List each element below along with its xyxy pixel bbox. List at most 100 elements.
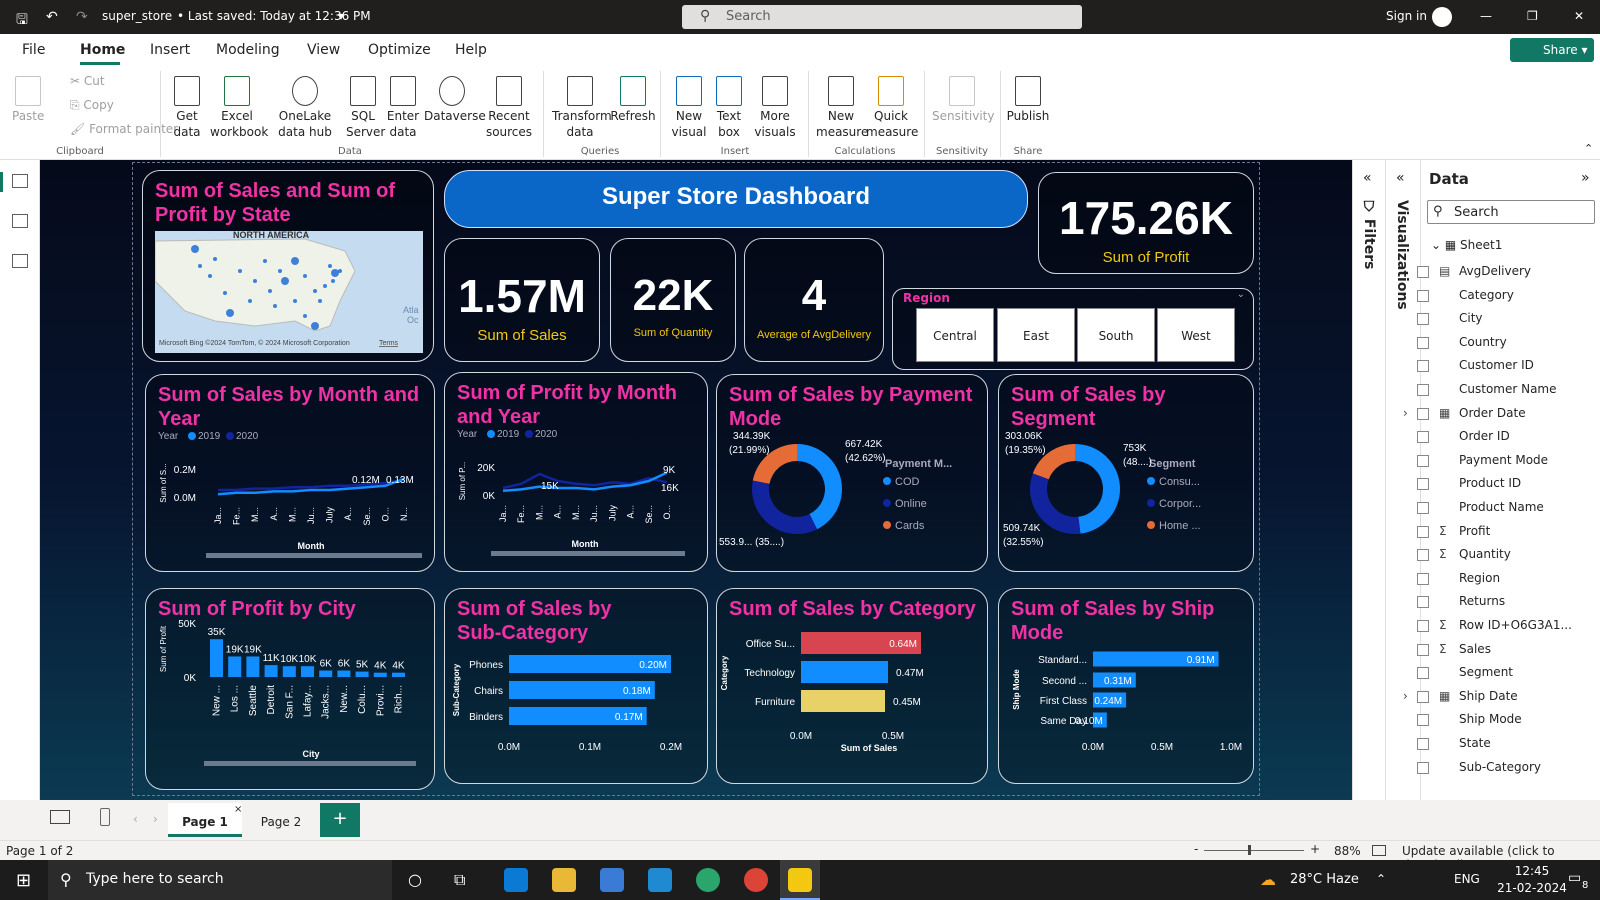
field-checkbox[interactable] bbox=[1417, 313, 1429, 326]
slicer-option-central[interactable]: Central bbox=[916, 308, 994, 362]
map-dot[interactable] bbox=[273, 304, 277, 308]
sales-by-month-visual[interactable]: Sum of Sales by Month and Year Year 2019 2… bbox=[145, 374, 435, 572]
field-checkbox[interactable] bbox=[1417, 714, 1429, 727]
kpi-card-delivery[interactable]: 4 Average of AvgDelivery bbox=[744, 238, 884, 362]
field-checkbox[interactable] bbox=[1417, 643, 1429, 656]
menu-home[interactable]: Home bbox=[80, 42, 125, 58]
save-icon[interactable]: 🖫 bbox=[16, 9, 28, 33]
field-checkbox[interactable] bbox=[1417, 266, 1429, 278]
zoom-in-button[interactable]: + bbox=[1310, 842, 1320, 856]
chevron-down-icon[interactable]: ⌄ bbox=[1237, 289, 1245, 300]
map-dot[interactable] bbox=[293, 299, 297, 303]
model-view-icon[interactable] bbox=[12, 254, 28, 268]
format-painter-button[interactable]: 🖌 Format painter bbox=[70, 122, 178, 136]
refresh-button[interactable]: Refresh bbox=[610, 76, 656, 124]
map-dot[interactable] bbox=[313, 289, 317, 293]
slicer-option-west[interactable]: West bbox=[1157, 308, 1235, 362]
field-order-id[interactable]: Order ID bbox=[1417, 429, 1510, 447]
tab-page-1[interactable]: Page 1 bbox=[168, 803, 242, 837]
chrome-icon[interactable] bbox=[744, 868, 768, 892]
cut-button[interactable]: ✂ Cut bbox=[70, 74, 105, 88]
field-checkbox[interactable] bbox=[1417, 620, 1429, 632]
dataverse-button[interactable]: Dataverse bbox=[424, 76, 486, 124]
edge-icon[interactable] bbox=[696, 868, 720, 892]
new-measure-button[interactable]: New measure bbox=[816, 76, 868, 140]
menu-help[interactable]: Help bbox=[455, 42, 487, 58]
field-checkbox[interactable] bbox=[1417, 336, 1429, 349]
mail-icon[interactable] bbox=[504, 868, 528, 892]
tab-page-2[interactable]: Page 2 bbox=[246, 803, 316, 837]
map-dot[interactable] bbox=[278, 269, 282, 273]
field-row-id-o6g3a1-[interactable]: Σ Row ID+O6G3A1... bbox=[1417, 618, 1572, 636]
file-explorer-icon[interactable] bbox=[552, 868, 576, 892]
field-ship-date[interactable]: › ▦ Ship Date bbox=[1403, 689, 1518, 707]
kpi-card-sales[interactable]: 1.57M Sum of Sales bbox=[444, 238, 600, 362]
sql-server-button[interactable]: SQL Server bbox=[346, 76, 385, 140]
field-payment-mode[interactable]: Payment Mode bbox=[1417, 453, 1548, 471]
field-checkbox[interactable] bbox=[1417, 407, 1429, 420]
text-box-button[interactable]: Text box bbox=[712, 76, 746, 140]
field-checkbox[interactable] bbox=[1417, 360, 1429, 373]
map-dot[interactable] bbox=[328, 264, 332, 268]
sales-by-category-visual[interactable]: Sum of Sales by Category Category Office … bbox=[716, 588, 988, 784]
map-dot[interactable] bbox=[291, 257, 299, 265]
field-checkbox[interactable] bbox=[1417, 667, 1429, 680]
map-dot[interactable] bbox=[253, 279, 257, 283]
field-customer-name[interactable]: Customer Name bbox=[1417, 382, 1557, 400]
notification-icon[interactable]: ▭ bbox=[1568, 870, 1581, 886]
clock-time[interactable]: 12:45 bbox=[1500, 864, 1564, 878]
table-sheet1[interactable]: ⌄ ▦ Sheet1 bbox=[1431, 238, 1502, 252]
windows-start-icon[interactable]: ⊞ bbox=[16, 870, 31, 891]
store-icon[interactable] bbox=[600, 868, 624, 892]
field-ship-mode[interactable]: Ship Mode bbox=[1417, 712, 1522, 730]
menu-modeling[interactable]: Modeling bbox=[216, 42, 280, 58]
map-dot[interactable] bbox=[191, 245, 199, 253]
field-returns[interactable]: Returns bbox=[1417, 594, 1505, 612]
field-checkbox[interactable] bbox=[1417, 289, 1429, 302]
field-checkbox[interactable] bbox=[1417, 596, 1429, 609]
field-checkbox[interactable] bbox=[1417, 690, 1429, 703]
field-sales[interactable]: Σ Sales bbox=[1417, 642, 1491, 660]
field-checkbox[interactable] bbox=[1417, 431, 1429, 444]
language-indicator[interactable]: ENG bbox=[1454, 872, 1480, 886]
share-button[interactable]: Share ▾ bbox=[1510, 38, 1594, 62]
recent-sources-button[interactable]: Recent sources bbox=[484, 76, 534, 140]
collapse-viz-icon[interactable]: « bbox=[1396, 170, 1405, 186]
field-checkbox[interactable] bbox=[1417, 549, 1429, 562]
map[interactable]: NORTH AMERICA Atla Oc Microsoft Bing ©20… bbox=[155, 231, 423, 353]
field-checkbox[interactable] bbox=[1417, 478, 1429, 491]
kpi-card-profit[interactable]: 175.26K Sum of Profit bbox=[1038, 172, 1254, 274]
cortana-icon[interactable]: ○ bbox=[408, 870, 422, 889]
task-view-icon[interactable]: ⧉ bbox=[454, 870, 465, 890]
expand-chevron-icon[interactable]: › bbox=[1403, 689, 1408, 703]
search-input[interactable]: Search bbox=[682, 5, 1082, 29]
map-dot[interactable] bbox=[263, 259, 267, 263]
field-customer-id[interactable]: Customer ID bbox=[1417, 358, 1534, 376]
field-avgdelivery[interactable]: ▤ AvgDelivery bbox=[1417, 264, 1531, 282]
field-category[interactable]: Category bbox=[1417, 288, 1514, 306]
map-dot[interactable] bbox=[323, 284, 327, 288]
zoom-out-button[interactable]: - bbox=[1194, 842, 1198, 856]
table-view-icon[interactable] bbox=[12, 214, 28, 228]
sensitivity-button[interactable]: Sensitivity bbox=[932, 76, 994, 124]
map-dot[interactable] bbox=[226, 309, 234, 317]
avatar[interactable] bbox=[1432, 7, 1452, 27]
visualizations-pane[interactable]: « Visualizations bbox=[1385, 160, 1420, 800]
desktop-layout-icon[interactable] bbox=[50, 810, 70, 824]
map-visual[interactable]: Sum of Sales and Sum of Profit by State … bbox=[142, 170, 434, 362]
restore-icon[interactable]: ❐ bbox=[1527, 9, 1538, 23]
weather-text[interactable]: 28°C Haze bbox=[1290, 872, 1359, 887]
undo-icon[interactable]: ↶ bbox=[46, 9, 58, 25]
get-data-button[interactable]: Get data bbox=[170, 76, 204, 140]
field-segment[interactable]: Segment bbox=[1417, 665, 1513, 683]
mobile-layout-icon[interactable] bbox=[100, 808, 110, 826]
zoom-thumb[interactable] bbox=[1248, 845, 1251, 855]
sales-by-subcategory-visual[interactable]: Sum of Sales by Sub-Category Sub-Categor… bbox=[444, 588, 708, 784]
more-visuals-button[interactable]: More visuals bbox=[752, 76, 798, 140]
visualizations-pane-label[interactable]: Visualizations bbox=[1394, 200, 1410, 310]
clock-date[interactable]: 21-02-2024 bbox=[1482, 881, 1582, 895]
tray-chevron-icon[interactable]: ⌃ bbox=[1376, 872, 1386, 886]
field-sub-category[interactable]: Sub-Category bbox=[1417, 760, 1541, 778]
field-order-date[interactable]: › ▦ Order Date bbox=[1403, 406, 1526, 424]
expand-chevron-icon[interactable]: › bbox=[1403, 406, 1408, 420]
